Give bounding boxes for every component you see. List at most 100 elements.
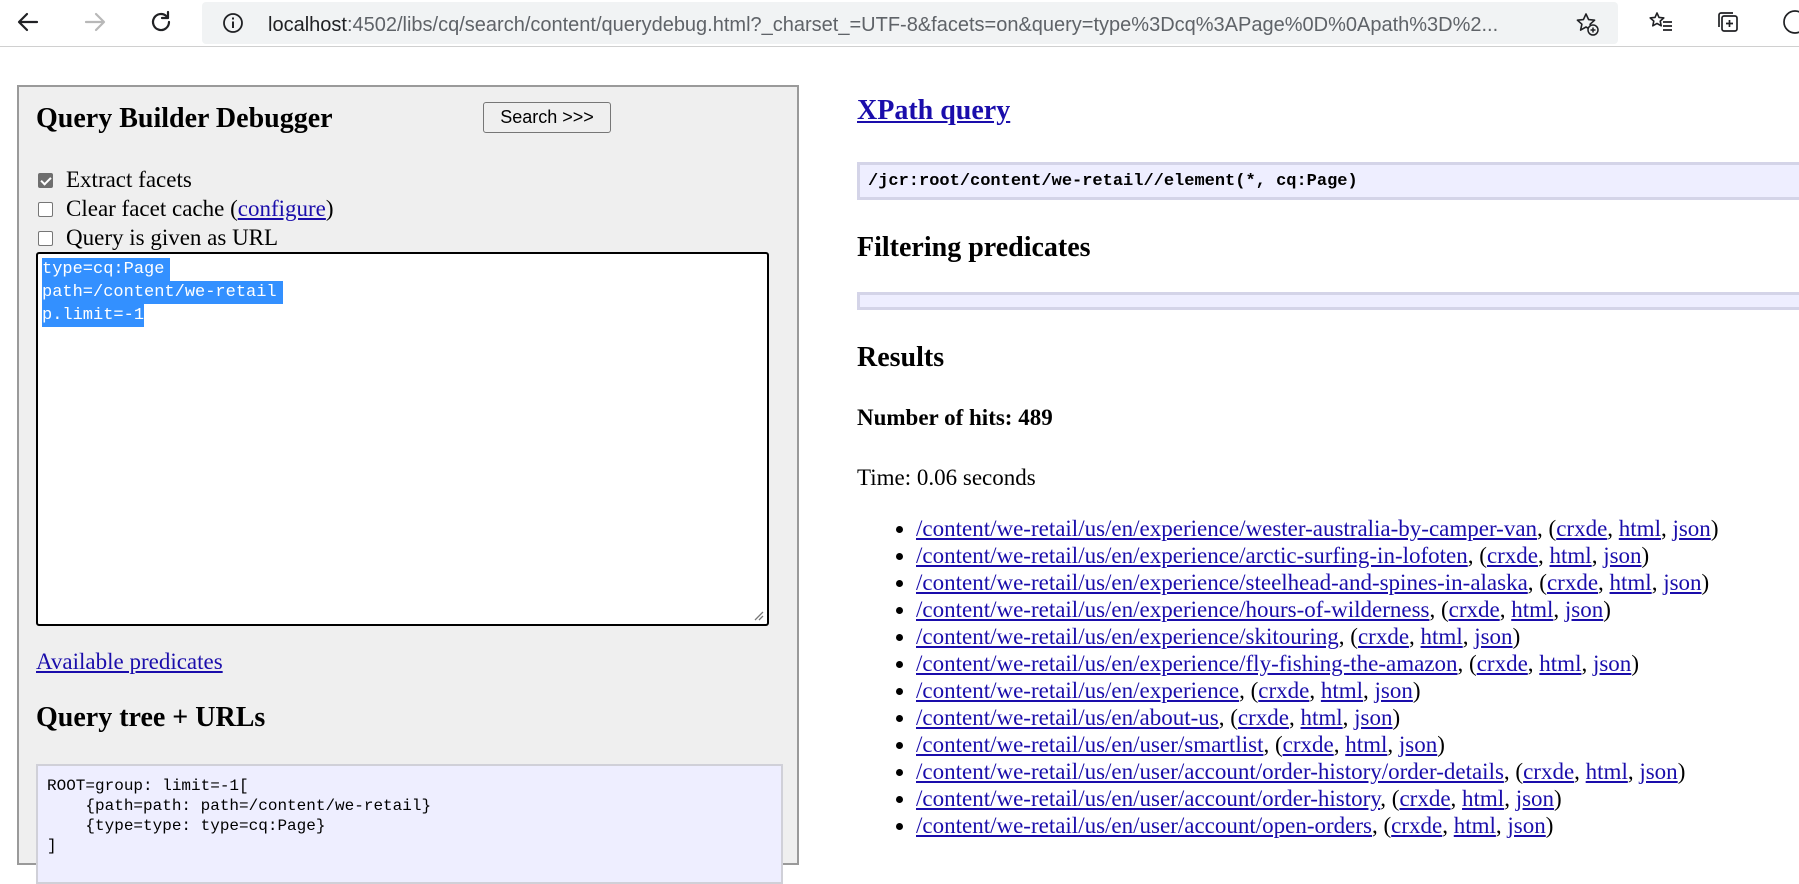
query-as-url-checkbox[interactable] [38,230,53,246]
result-path-link[interactable]: /content/we-retail/us/en/experience/hour… [916,597,1429,622]
page-title: Query Builder Debugger [36,103,333,134]
query-tree-line: ] [47,837,57,855]
result-path-link[interactable]: /content/we-retail/us/en/experience/stee… [916,570,1528,595]
add-favorite-icon[interactable] [1574,11,1600,42]
crxde-link[interactable]: crxde [1556,516,1607,541]
crxde-link[interactable]: crxde [1258,678,1309,703]
html-link[interactable]: html [1454,813,1496,838]
crxde-link[interactable]: crxde [1449,597,1500,622]
html-link[interactable]: html [1610,570,1652,595]
html-link[interactable]: html [1539,651,1581,676]
html-link[interactable]: html [1511,597,1553,622]
html-link[interactable]: html [1550,543,1592,568]
html-link[interactable]: html [1462,786,1504,811]
result-item: /content/we-retail/us/en/user/account/op… [916,812,1718,839]
crxde-link[interactable]: crxde [1238,705,1289,730]
result-path-link[interactable]: /content/we-retail/us/en/user/account/op… [916,813,1372,838]
query-tree-line: {type=type: type=cq:Page} [47,817,326,835]
query-form-panel: Query Builder Debugger Search >>> Extrac… [17,85,799,884]
filtering-predicates-heading: Filtering predicates [857,232,1091,263]
json-link[interactable]: json [1354,705,1392,730]
search-button[interactable]: Search >>> [483,102,611,133]
collections-icon[interactable] [1711,5,1745,39]
site-info-icon[interactable] [222,12,244,39]
extract-facets-checkbox[interactable] [38,172,53,188]
available-predicates-link[interactable]: Available predicates [36,649,223,675]
json-link[interactable]: json [1593,651,1631,676]
profile-icon[interactable] [1778,5,1799,39]
crxde-link[interactable]: crxde [1487,543,1538,568]
result-item: /content/we-retail/us/en/experience/fly-… [916,650,1718,677]
url-path: :4502/libs/cq/search/content/querydebug.… [346,14,1499,36]
result-path-link[interactable]: /content/we-retail/us/en/experience/skit… [916,624,1339,649]
filtering-predicates-box [857,292,1799,310]
json-link[interactable]: json [1672,516,1710,541]
reload-icon[interactable] [144,5,178,39]
result-path-link[interactable]: /content/we-retail/us/en/experience/arct… [916,543,1468,568]
result-item: /content/we-retail/us/en/experience, (cr… [916,677,1718,704]
crxde-link[interactable]: crxde [1391,813,1442,838]
crxde-link[interactable]: crxde [1547,570,1598,595]
result-path-link[interactable]: /content/we-retail/us/en/user/smartlist [916,732,1263,757]
url-text[interactable]: localhost:4502/libs/cq/search/content/qu… [268,14,1578,37]
query-time: Time: 0.06 seconds [857,465,1036,490]
result-path-link[interactable]: /content/we-retail/us/en/experience/west… [916,516,1537,541]
json-link[interactable]: json [1507,813,1545,838]
number-of-hits: Number of hits: 489 [857,405,1053,430]
results-panel: XPath query /jcr:root/content/we-retail/… [857,85,1799,849]
query-line: type=cq:Page [42,258,171,281]
result-item: /content/we-retail/us/en/experience/stee… [916,569,1718,596]
forward-icon[interactable] [78,5,112,39]
resize-handle-icon[interactable] [752,609,764,621]
clear-facet-cache-checkbox[interactable] [38,201,53,217]
clear-facet-cache-label: Clear facet cache ( [66,196,238,221]
json-link[interactable]: json [1474,624,1512,649]
result-path-link[interactable]: /content/we-retail/us/en/experience [916,678,1239,703]
browser-toolbar: localhost:4502/libs/cq/search/content/qu… [0,0,1799,47]
extract-facets-label: Extract facets [66,167,192,192]
query-tree-line: {path=path: path=/content/we-retail} [47,797,432,815]
json-link[interactable]: json [1375,678,1413,703]
json-link[interactable]: json [1639,759,1677,784]
results-list: /content/we-retail/us/en/experience/west… [857,515,1718,839]
query-tree-heading: Query tree + URLs [36,702,266,733]
json-link[interactable]: json [1565,597,1603,622]
query-line: path=/content/we-retail [42,281,283,304]
result-item: /content/we-retail/us/en/experience/west… [916,515,1718,542]
crxde-link[interactable]: crxde [1358,624,1409,649]
html-link[interactable]: html [1586,759,1628,784]
result-path-link[interactable]: /content/we-retail/us/en/user/account/or… [916,759,1504,784]
html-link[interactable]: html [1421,624,1463,649]
html-link[interactable]: html [1619,516,1661,541]
json-link[interactable]: json [1399,732,1437,757]
query-as-url-label: Query is given as URL [66,225,279,250]
crxde-link[interactable]: crxde [1399,786,1450,811]
crxde-link[interactable]: crxde [1523,759,1574,784]
query-textarea[interactable]: type=cq:Page path=/content/we-retail p.l… [36,252,769,626]
results-heading: Results [857,342,945,373]
result-item: /content/we-retail/us/en/user/account/or… [916,758,1718,785]
favorites-icon[interactable] [1644,5,1678,39]
xpath-query-link[interactable]: XPath query [857,95,1010,127]
crxde-link[interactable]: crxde [1477,651,1528,676]
crxde-link[interactable]: crxde [1283,732,1334,757]
result-item: /content/we-retail/us/en/experience/arct… [916,542,1718,569]
result-item: /content/we-retail/us/en/about-us, (crxd… [916,704,1718,731]
result-path-link[interactable]: /content/we-retail/us/en/experience/fly-… [916,651,1458,676]
html-link[interactable]: html [1321,678,1363,703]
html-link[interactable]: html [1301,705,1343,730]
json-link[interactable]: json [1516,786,1554,811]
query-line: p.limit=-1 [42,304,145,327]
json-link[interactable]: json [1663,570,1701,595]
address-bar[interactable]: localhost:4502/libs/cq/search/content/qu… [202,2,1618,44]
query-tree-line: ROOT=group: limit=-1[ [47,777,249,795]
back-icon[interactable] [11,5,45,39]
result-path-link[interactable]: /content/we-retail/us/en/user/account/or… [916,786,1380,811]
html-link[interactable]: html [1345,732,1387,757]
configure-link[interactable]: configure [238,196,326,222]
query-tree-box: ROOT=group: limit=-1[ {path=path: path=/… [36,764,783,884]
clear-facet-cache-label-end: ) [325,196,334,221]
json-link[interactable]: json [1603,543,1641,568]
result-item: /content/we-retail/us/en/experience/skit… [916,623,1718,650]
result-path-link[interactable]: /content/we-retail/us/en/about-us [916,705,1219,730]
